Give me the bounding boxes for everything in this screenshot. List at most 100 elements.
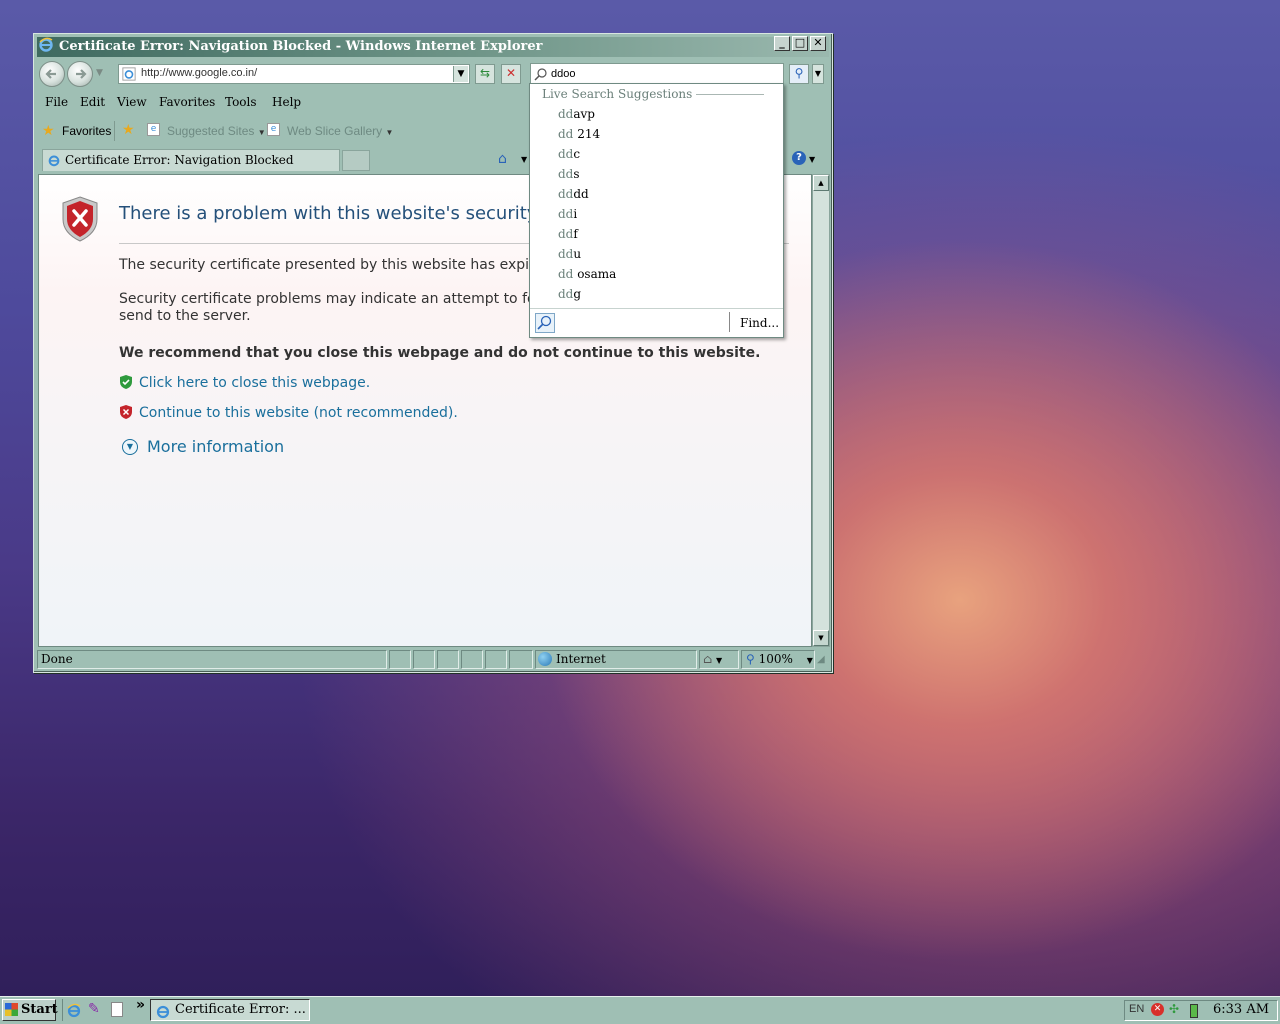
scroll-up-icon[interactable]: ▲	[813, 175, 829, 191]
tab-certificate-error[interactable]: Certificate Error: Navigation Blocked	[42, 149, 340, 171]
menu-edit[interactable]: Edit	[80, 95, 105, 109]
suggestion-completion: avp	[573, 107, 595, 121]
status-bar: Done Internet ⌂ ▼ ⚲ 100% ▼ ◢	[37, 650, 829, 670]
suggestion-item[interactable]: ddavp	[558, 107, 595, 121]
continue-website-link[interactable]: Continue to this website (not recommende…	[139, 405, 458, 421]
suggestion-item[interactable]: ddi	[558, 207, 577, 221]
maximize-button[interactable]: □	[792, 36, 808, 51]
start-label: Start	[21, 1002, 58, 1017]
window-title: Certificate Error: Navigation Blocked - …	[59, 39, 543, 54]
menu-tools[interactable]: Tools	[225, 95, 257, 109]
title-bar[interactable]: Certificate Error: Navigation Blocked - …	[37, 37, 829, 57]
scroll-down-icon[interactable]: ▼	[813, 630, 829, 646]
tab-label: Certificate Error: Navigation Blocked	[65, 153, 294, 167]
new-tab-button[interactable]	[342, 150, 370, 171]
suggestion-prefix: dd	[558, 187, 574, 201]
recent-pages-chevron-icon[interactable]: ▼	[96, 68, 103, 78]
suggestions-footer-divider	[530, 308, 783, 309]
suggestion-item[interactable]: ddu	[558, 247, 581, 261]
web-slice-gallery-button[interactable]: Web Slice Gallery ▼	[287, 124, 393, 138]
more-information-link[interactable]: More information	[147, 437, 284, 456]
close-button[interactable]: ✕	[810, 36, 826, 51]
document-quicklaunch-icon[interactable]	[111, 1002, 123, 1017]
minimize-button[interactable]: _	[774, 36, 790, 51]
search-box[interactable]	[530, 63, 784, 85]
address-dropdown-icon[interactable]: ▼	[453, 66, 468, 82]
find-button[interactable]: Find...	[740, 316, 779, 330]
taskbar: Start ✎ » Certificate Error: ... EN ✕ ✣ …	[0, 996, 1280, 1024]
clock[interactable]: 6:33 AM	[1213, 1002, 1269, 1017]
taskbar-ie-window-button[interactable]: Certificate Error: ...	[150, 999, 310, 1021]
favorites-button[interactable]: Favorites	[62, 124, 111, 138]
suggestion-completion: 214	[573, 127, 601, 141]
menu-view[interactable]: View	[117, 95, 147, 109]
security-alert-icon[interactable]: ✕	[1151, 1003, 1164, 1016]
home-chevron-icon[interactable]: ▼	[521, 155, 527, 164]
suggestion-item[interactable]: ddf	[558, 227, 578, 241]
suggestion-item[interactable]: dd 214	[558, 127, 600, 141]
find-divider	[729, 312, 730, 332]
red-shield-icon	[120, 405, 132, 419]
more-quicklaunch-button[interactable]: »	[136, 997, 145, 1013]
zoom-level: 100%	[758, 652, 793, 666]
status-cell	[437, 650, 459, 669]
find-search-button[interactable]	[535, 313, 555, 333]
suggestion-prefix: dd	[558, 267, 574, 281]
forward-arrow-icon	[76, 69, 87, 79]
help-icon[interactable]: ?	[792, 151, 806, 165]
help-chevron-icon[interactable]: ▼	[809, 155, 815, 164]
search-input[interactable]	[551, 66, 771, 82]
address-bar[interactable]: http://www.google.co.in/ ▼	[118, 64, 470, 84]
close-webpage-link[interactable]: Click here to close this webpage.	[139, 375, 370, 391]
taskbar-divider	[62, 999, 63, 1021]
recommendation: We recommend that you close this webpage…	[119, 345, 761, 361]
suggestion-completion: f	[573, 227, 578, 241]
search-go-button[interactable]: ⚲	[789, 64, 809, 84]
forward-button[interactable]	[67, 61, 93, 87]
stop-button[interactable]: ✕	[501, 64, 521, 84]
menu-file[interactable]: File	[45, 95, 68, 109]
back-button[interactable]	[39, 61, 65, 87]
chevron-down-icon: ▼	[385, 128, 394, 137]
expand-chevron-icon[interactable]: ▼	[122, 439, 138, 455]
resize-grip-icon[interactable]: ◢	[817, 654, 825, 665]
network-icon[interactable]: ✣	[1169, 1002, 1179, 1016]
menu-help[interactable]: Help	[272, 95, 301, 109]
status-cell	[485, 650, 507, 669]
tab-ie-icon	[48, 155, 60, 167]
zoom-button[interactable]: ⚲ 100% ▼	[741, 650, 815, 669]
suggestion-item[interactable]: dds	[558, 167, 580, 181]
search-icon	[534, 68, 547, 81]
suggestion-completion: osama	[573, 267, 617, 281]
suggestion-item[interactable]: ddg	[558, 287, 581, 301]
suggestion-item[interactable]: dddd	[558, 187, 589, 201]
suggestion-prefix: dd	[558, 227, 574, 241]
suggestion-item[interactable]: dd osama	[558, 267, 616, 281]
back-arrow-icon	[45, 69, 56, 79]
search-options-chevron-icon[interactable]: ▼	[812, 64, 824, 84]
status-cell	[461, 650, 483, 669]
suggestion-completion: g	[573, 287, 582, 301]
media-quicklaunch-icon[interactable]: ✎	[88, 1001, 100, 1017]
zoom-icon: ⚲	[746, 652, 755, 666]
suggested-sites-button[interactable]: Suggested Sites ▼	[167, 124, 266, 138]
protected-mode-button[interactable]: ⌂ ▼	[699, 650, 739, 669]
page-ie-icon	[122, 67, 136, 81]
vertical-scrollbar[interactable]: ▲ ▼	[812, 174, 830, 647]
security-zone[interactable]: Internet	[535, 650, 697, 669]
start-button[interactable]: Start	[2, 999, 58, 1021]
language-indicator[interactable]: EN	[1129, 1003, 1144, 1015]
suggestion-item[interactable]: ddc	[558, 147, 580, 161]
ie-quicklaunch-icon[interactable]	[66, 1002, 82, 1018]
menu-favorites[interactable]: Favorites	[159, 95, 215, 109]
web-slice-gallery-label: Web Slice Gallery	[287, 124, 383, 138]
ie-icon	[156, 1005, 170, 1019]
battery-icon[interactable]	[1190, 1004, 1198, 1018]
globe-icon	[538, 652, 552, 666]
suggestion-prefix: dd	[558, 127, 574, 141]
home-icon[interactable]: ⌂	[498, 151, 507, 167]
chevron-down-icon: ▼	[716, 656, 723, 665]
chevron-down-icon: ▼	[257, 128, 266, 137]
refresh-button[interactable]: ⇆	[475, 64, 495, 84]
add-favorites-icon[interactable]: ★	[122, 122, 135, 138]
